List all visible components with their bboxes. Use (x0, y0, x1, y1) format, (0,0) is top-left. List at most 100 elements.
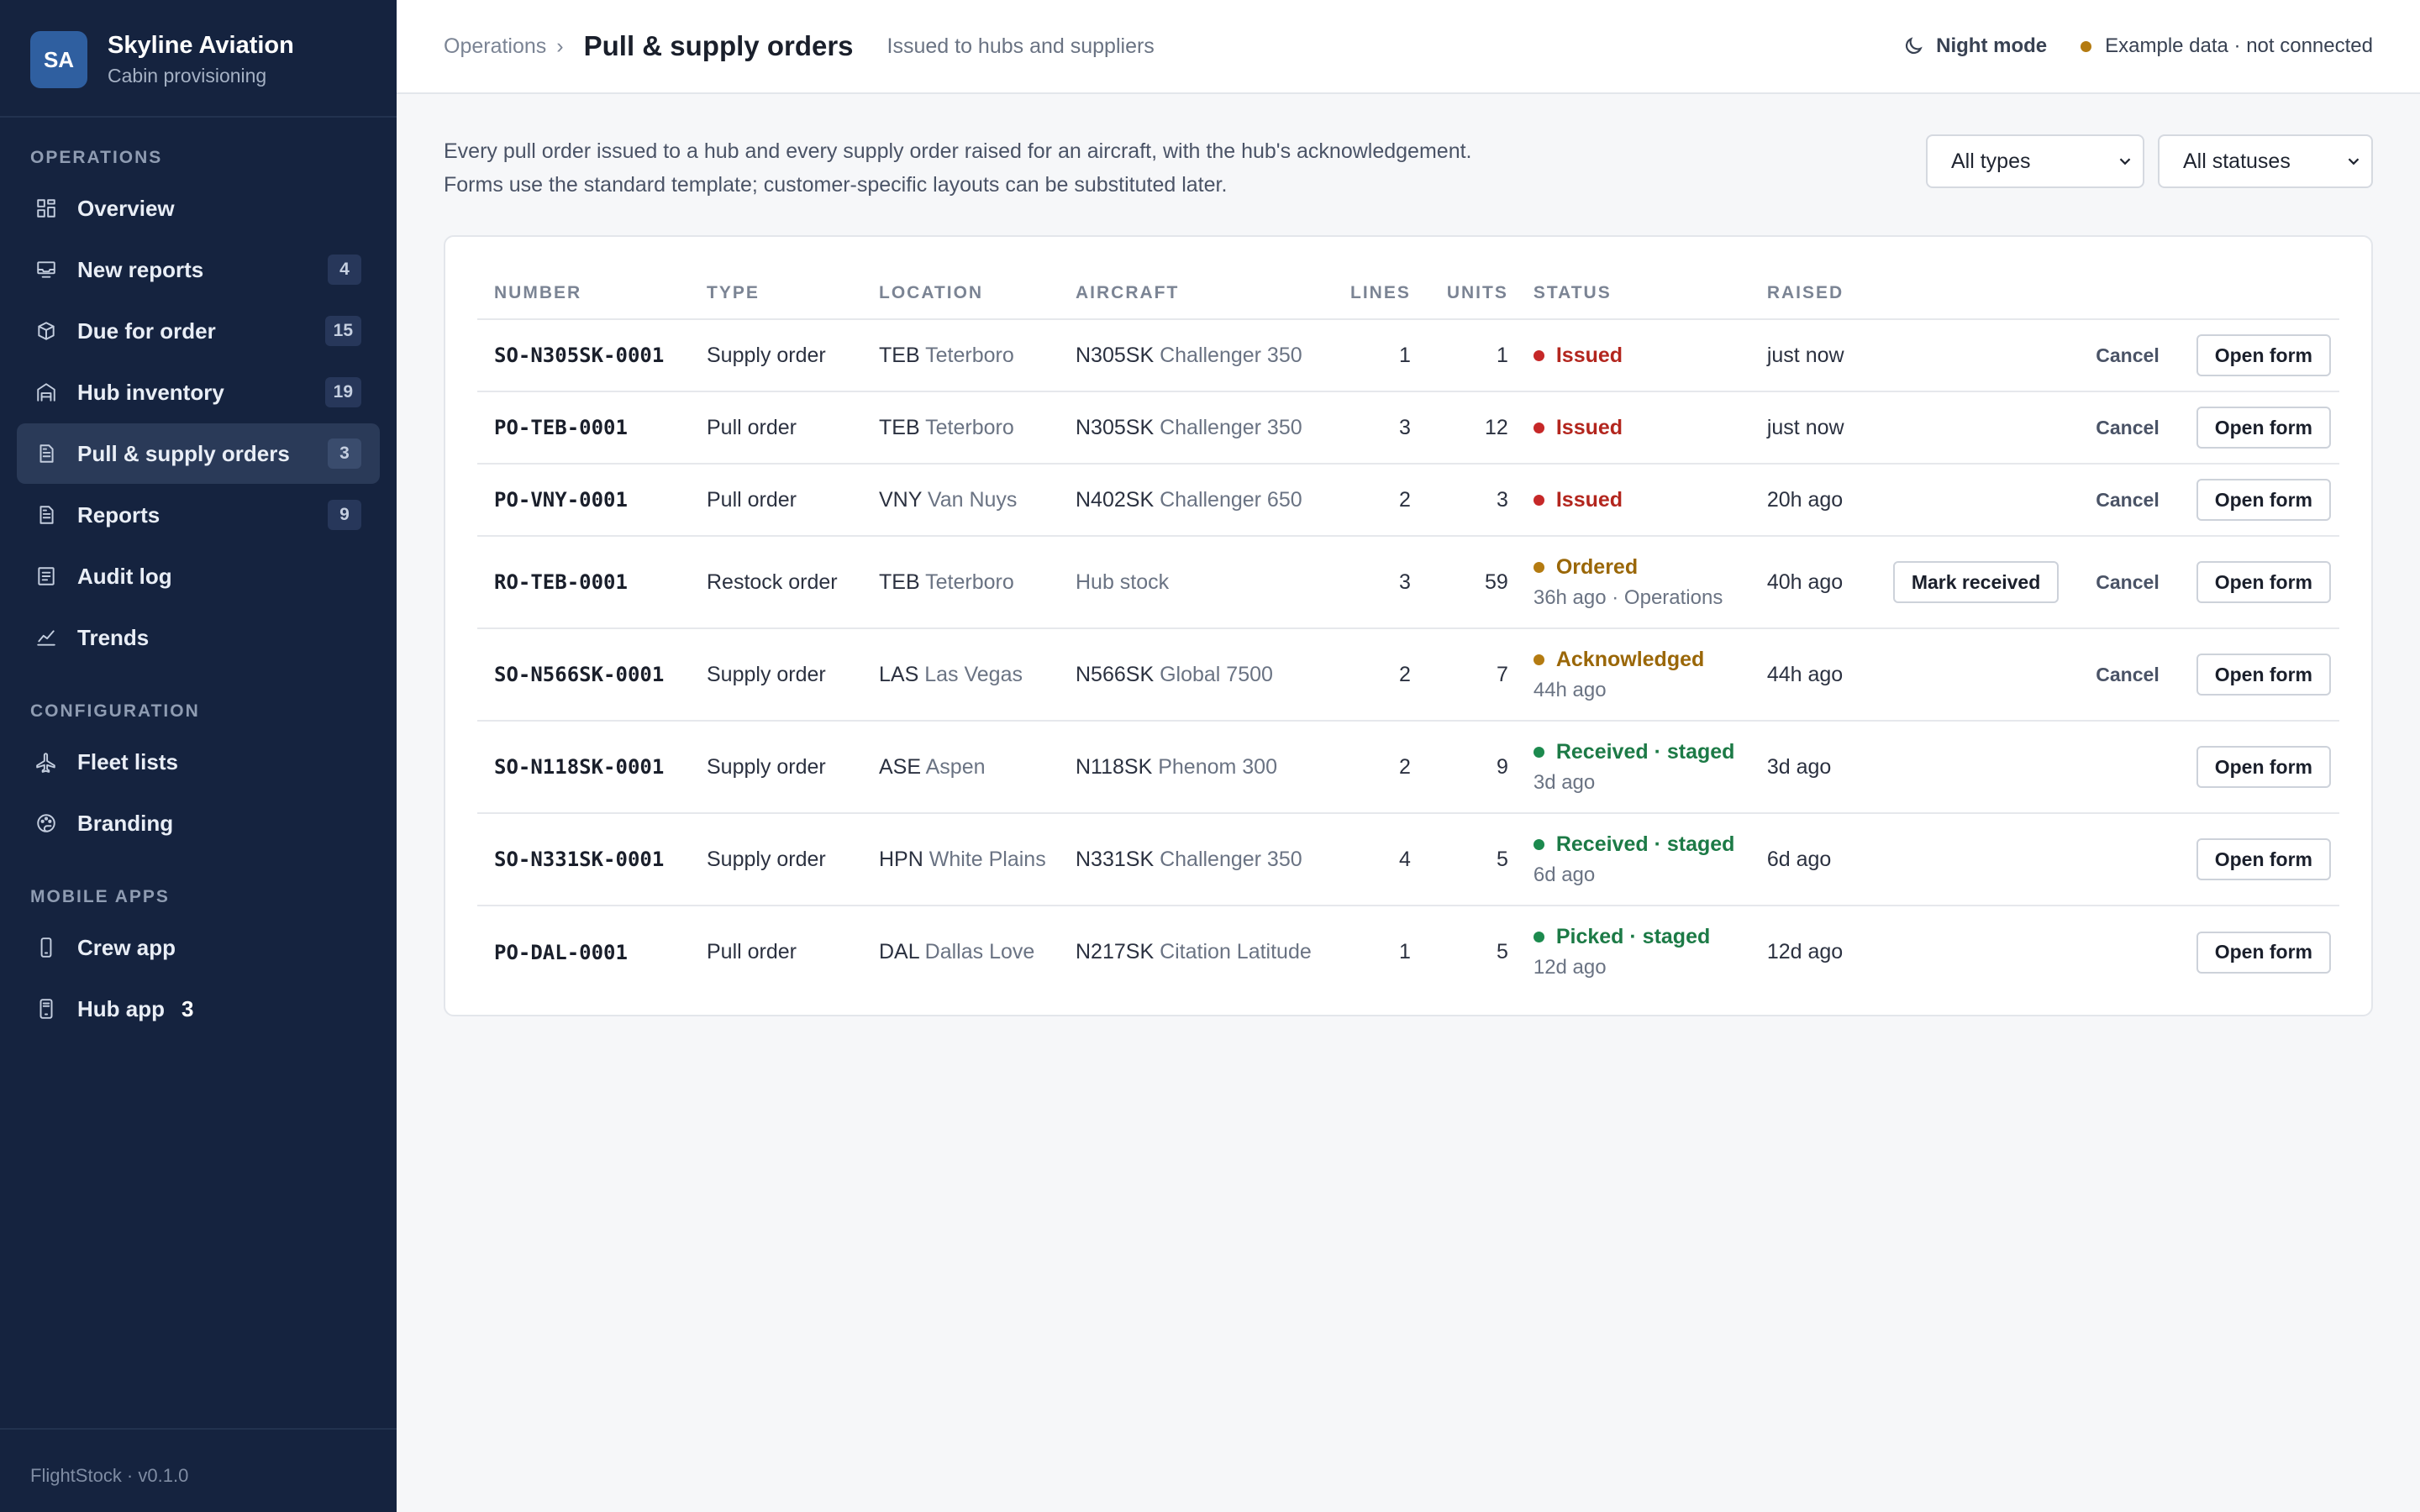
breadcrumb-operations[interactable]: Operations (444, 34, 546, 59)
sidebar-item-label: Branding (77, 810, 174, 836)
actions-cell: Cancel Open form (1874, 319, 2339, 392)
sidebar-item-fleet-lists[interactable]: Fleet lists (17, 732, 380, 792)
sidebar-item-badge: 19 (324, 377, 361, 407)
sidebar-item-label: Hub app (77, 995, 165, 1021)
column-header[interactable]: UNITS (1418, 267, 1517, 320)
row-actions: Cancel Open form (1891, 407, 2331, 449)
sidebar-item-branding[interactable]: Branding (17, 793, 380, 853)
location-code: DAL (879, 940, 919, 963)
raised-cell: 20h ago (1749, 464, 1875, 537)
order-number-cell: SO-N566SK-0001 (477, 628, 690, 722)
location-name: Aspen (925, 754, 986, 779)
location-name: White Plains (929, 847, 1046, 871)
cancel-button[interactable]: Cancel (2096, 664, 2159, 686)
sidebar-item-label: Overview (77, 195, 175, 221)
status-dot (1533, 494, 1544, 506)
connection-status: Example data · not connected (2081, 34, 2373, 58)
open-form-button[interactable]: Open form (2196, 334, 2331, 376)
status-label: Issued (1555, 415, 1623, 439)
column-header[interactable]: NUMBER (477, 267, 690, 320)
status-cell: Received · staged 6d ago (1516, 813, 1750, 906)
open-form-button[interactable]: Open form (2196, 479, 2331, 521)
page-title: Pull & supply orders (583, 30, 854, 61)
sidebar-item-due-for-order[interactable]: Due for order 15 (17, 301, 380, 361)
location-code: TEB (879, 415, 920, 439)
status-badge: Picked · staged (1533, 925, 1742, 949)
open-form-button[interactable]: Open form (2196, 931, 2331, 974)
night-mode-toggle[interactable]: Night mode (1902, 34, 2047, 58)
order-number-cell: SO-N331SK-0001 (477, 813, 690, 906)
nav-section-title: OPERATIONS (30, 148, 163, 167)
status-label: Issued (1555, 343, 1623, 367)
units-cell: 7 (1418, 628, 1517, 722)
open-form-button[interactable]: Open form (2196, 407, 2331, 449)
cancel-button[interactable]: Cancel (2096, 344, 2159, 367)
app-version: FlightStock · v0.1.0 (0, 1428, 397, 1512)
open-form-button[interactable]: Open form (2196, 561, 2331, 603)
tablet-icon (35, 998, 57, 1020)
cancel-button[interactable]: Cancel (2096, 489, 2159, 512)
status-cell: Issued (1516, 391, 1750, 465)
row-actions: Open form (1891, 931, 2331, 974)
sidebar-item-audit-log[interactable]: Audit log (17, 546, 380, 606)
mark-received-button[interactable]: Mark received (1892, 561, 2060, 603)
aircraft-cell: N305SK Challenger 350 (1059, 391, 1334, 465)
lines-cell: 2 (1334, 628, 1419, 722)
status-timestamp: 36h ago · Operations (1533, 585, 1723, 609)
actions-cell: Cancel Open form (1874, 628, 2339, 722)
actions-cell: Open form (1874, 721, 2339, 814)
sidebar-item-pull-and-supply-orders[interactable]: Pull & supply orders 3 (17, 423, 380, 484)
location-code: TEB (879, 343, 920, 367)
row-actions: Cancel Open form (1891, 654, 2331, 696)
status-filter-select[interactable]: All statuses (2158, 134, 2373, 188)
type-filter-value: All types (1951, 149, 2031, 173)
column-header[interactable]: TYPE (690, 267, 862, 320)
cancel-button[interactable]: Cancel (2096, 571, 2159, 594)
sidebar-item-new-reports[interactable]: New reports 4 (17, 239, 380, 300)
aircraft-model: Phenom 300 (1158, 754, 1277, 779)
warehouse-icon (35, 381, 57, 403)
status-dot (1533, 838, 1544, 850)
raised-cell: 3d ago (1749, 721, 1875, 814)
open-form-button[interactable]: Open form (2196, 746, 2331, 788)
table-row: RO-TEB-0001 Restock order TEB Teterboro Hub… (477, 536, 2339, 629)
aircraft-model: Global 7500 (1160, 662, 1273, 686)
lines-cell: 3 (1334, 536, 1419, 629)
document-icon (35, 443, 57, 465)
order-number-cell: SO-N118SK-0001 (477, 721, 690, 814)
column-header[interactable]: AIRCRAFT (1059, 267, 1334, 320)
sidebar-item-trends[interactable]: Trends (17, 607, 380, 668)
status-timestamp: 3d ago (1533, 770, 1596, 794)
aircraft-tail: N331SK (1076, 847, 1155, 871)
nav-section-title: MOBILE APPS (30, 887, 170, 906)
column-header[interactable]: LINES (1334, 267, 1419, 320)
sidebar-item-hub-inventory[interactable]: Hub inventory 19 (17, 362, 380, 423)
column-header[interactable]: RAISED (1749, 267, 1875, 320)
open-form-button[interactable]: Open form (2196, 838, 2331, 880)
location-code: VNY (879, 487, 922, 512)
type-filter-select[interactable]: All types (1926, 134, 2144, 188)
aircraft-tail: N566SK (1076, 662, 1155, 686)
sidebar-item-hub-app[interactable]: Hub app 3 (17, 979, 380, 1039)
aircraft-model: Challenger 650 (1160, 487, 1302, 512)
open-form-button[interactable]: Open form (2196, 654, 2331, 696)
cancel-button[interactable]: Cancel (2096, 417, 2159, 439)
aircraft-tail: N305SK (1076, 415, 1155, 439)
location-name: Dallas Love (924, 940, 1035, 963)
table-row: SO-N305SK-0001 Supply order TEB Teterboro N… (477, 319, 2339, 392)
sidebar-item-label: Audit log (77, 563, 172, 589)
intro-text: Every pull order issued to a hub and eve… (444, 139, 1472, 197)
status-badge: Received · staged (1533, 832, 1742, 857)
column-header[interactable]: LOCATION (862, 267, 1059, 320)
status-cell: Acknowledged 44h ago (1516, 628, 1750, 722)
sidebar-item-overview[interactable]: Overview (17, 178, 380, 239)
status-cell: Picked · staged 12d ago (1517, 906, 1750, 998)
aircraft-model: Challenger 350 (1160, 847, 1302, 871)
sidebar-item-reports[interactable]: Reports 9 (17, 485, 380, 545)
raised-cell: just now (1749, 391, 1875, 465)
raised-cell: 6d ago (1749, 813, 1875, 906)
aircraft-tail: N118SK (1076, 754, 1153, 779)
column-header[interactable]: STATUS (1516, 267, 1750, 320)
sidebar-item-crew-app[interactable]: Crew app (17, 917, 380, 978)
sidebar-item-badge: 3 (328, 438, 361, 469)
